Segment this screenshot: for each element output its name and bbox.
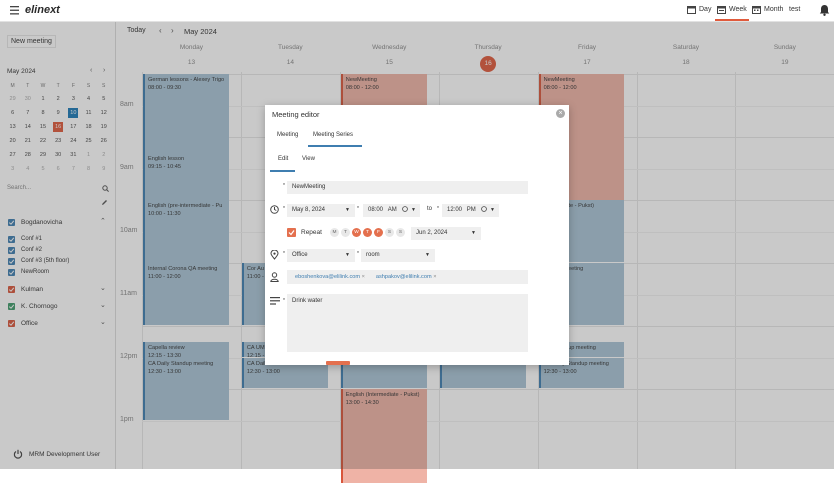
time-to-ampm: PM (466, 207, 476, 213)
view-day-button[interactable]: Day (687, 5, 711, 14)
location-value: Office (292, 252, 308, 258)
required-mark: * (437, 206, 439, 212)
required-mark: * (283, 251, 285, 257)
view-week-label: Week (729, 6, 747, 13)
view-week-button[interactable]: Week (717, 5, 747, 14)
chevron-down-icon: ▼ (471, 230, 476, 236)
attendee-chip[interactable]: ashpakov@elilink.com × (376, 274, 437, 280)
chevron-down-icon: ▼ (345, 207, 350, 213)
view-day-label: Day (699, 6, 712, 13)
room-select[interactable]: room ▼ (361, 249, 435, 262)
repeat-day-toggle[interactable]: T (363, 228, 372, 237)
meeting-editor-dialog: Meeting editor × Meeting Meeting Series … (265, 105, 569, 365)
active-view-indicator (715, 19, 749, 21)
repeat-days: MTWTFSS (330, 228, 407, 237)
meeting-name-input[interactable]: NewMeeting (287, 181, 528, 194)
time-from-value: 08:00 (368, 207, 384, 213)
repeat-until-value: Jun 2, 2024 (416, 230, 448, 236)
subtab-view[interactable]: View (302, 156, 315, 162)
chevron-down-icon: ▼ (345, 252, 350, 258)
month-icon (752, 5, 761, 14)
room-value: room (366, 252, 380, 258)
user-name[interactable]: test (789, 6, 800, 13)
repeat-label: Repeat (301, 229, 322, 236)
time-to-input[interactable]: 12:00 PM ▼ (442, 204, 499, 217)
required-mark: * (283, 183, 285, 189)
brand-logo[interactable]: elinext (25, 4, 60, 16)
chevron-down-icon: ▼ (411, 207, 416, 213)
subtab-active-indicator (270, 170, 295, 172)
top-bar: elinext Day Week Month test (0, 0, 834, 22)
attendee-chip[interactable]: eboshenkova@elilink.com × (295, 274, 365, 280)
time-from-input[interactable]: 08:00 AM ▼ (363, 204, 420, 217)
required-mark: * (357, 206, 359, 212)
description-textarea[interactable]: Drink water (287, 294, 528, 352)
remove-icon[interactable]: × (433, 274, 436, 280)
tab-meeting-series[interactable]: Meeting Series (313, 132, 353, 138)
clock-small-icon (481, 206, 487, 212)
view-month-label: Month (764, 6, 784, 13)
required-mark: * (283, 206, 285, 212)
subtab-edit[interactable]: Edit (278, 156, 288, 162)
tab-meeting[interactable]: Meeting (277, 132, 298, 138)
remove-icon[interactable]: × (362, 274, 365, 280)
clock-icon (270, 205, 279, 214)
repeat-checkbox[interactable] (287, 228, 296, 237)
tab-active-indicator (308, 145, 362, 147)
required-mark: * (357, 251, 359, 257)
repeat-day-toggle[interactable]: M (330, 228, 339, 237)
repeat-day-toggle[interactable]: S (385, 228, 394, 237)
chevron-down-icon: ▼ (425, 252, 430, 258)
dialog-title: Meeting editor (272, 110, 320, 119)
hamburger-menu-icon[interactable] (10, 6, 20, 15)
clock-small-icon (402, 206, 408, 212)
week-icon (717, 5, 726, 14)
description-lines-icon (270, 297, 280, 305)
time-from-ampm: AM (387, 207, 397, 213)
day-icon (687, 5, 696, 14)
attendees-input[interactable]: eboshenkova@elilink.com × ashpakov@elili… (287, 270, 528, 284)
chevron-down-icon: ▼ (490, 207, 495, 213)
repeat-day-toggle[interactable]: F (374, 228, 383, 237)
bell-icon[interactable] (819, 4, 830, 16)
attendee-email: ashpakov@elilink.com (375, 274, 432, 280)
repeat-day-toggle[interactable]: T (341, 228, 350, 237)
to-label: to (427, 206, 433, 212)
repeat-day-toggle[interactable]: W (352, 228, 361, 237)
required-mark: * (283, 298, 285, 304)
save-button[interactable] (326, 361, 350, 365)
view-month-button[interactable]: Month (752, 5, 783, 14)
location-pin-icon (270, 250, 279, 260)
close-icon[interactable]: × (556, 109, 565, 118)
repeat-day-toggle[interactable]: S (396, 228, 405, 237)
location-select[interactable]: Office ▼ (287, 249, 355, 262)
attendee-email: eboshenkova@elilink.com (295, 274, 361, 280)
person-icon (270, 272, 279, 282)
time-to-value: 12:00 (447, 207, 463, 213)
date-value: May 8, 2024 (292, 207, 326, 213)
repeat-until-picker[interactable]: Jun 2, 2024 ▼ (411, 227, 481, 240)
date-picker[interactable]: May 8, 2024 ▼ (287, 204, 355, 217)
